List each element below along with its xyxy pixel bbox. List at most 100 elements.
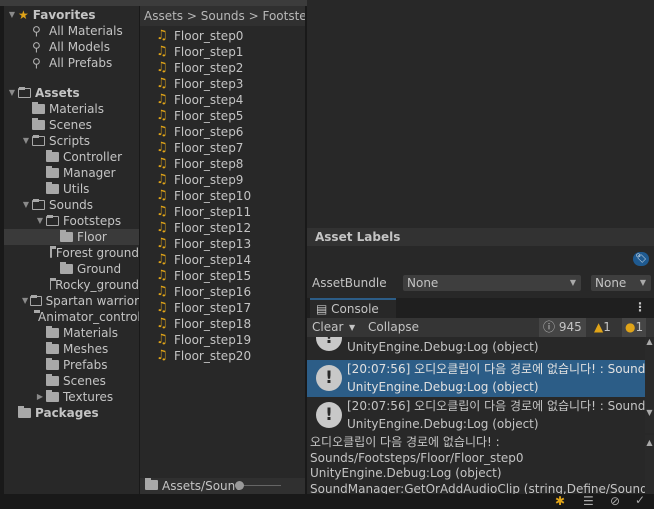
file-item[interactable]: ♫ Floor_step3: [156, 76, 243, 92]
tree-item[interactable]: Utils: [4, 181, 139, 197]
file-item[interactable]: ♫ Floor_step7: [156, 140, 243, 156]
file-item[interactable]: ♫ Floor_step15: [156, 268, 251, 284]
error-count-toggle[interactable]: ●1: [622, 318, 647, 337]
variant-dropdown[interactable]: None ▼: [591, 275, 651, 291]
log-scrollbar[interactable]: ▲ ▼: [645, 337, 654, 433]
tree-item[interactable]: Scenes: [4, 373, 139, 389]
tree-item-label: All Materials: [49, 24, 123, 38]
detail-scrollbar[interactable]: ▲: [645, 435, 654, 494]
log-line1: [20:07:56] 오디오클립이 다음 경로에 없습니다! : Sounds/…: [347, 362, 645, 376]
file-name: Floor_step13: [174, 237, 252, 251]
audio-clip-icon: ♫: [156, 124, 168, 139]
cache-server-icon[interactable]: ☰: [583, 494, 594, 508]
path-text: Assets/Sounds/Footsteps/Floor: [162, 479, 240, 493]
more-options-icon[interactable]: ⋮: [634, 300, 646, 314]
file-item[interactable]: ♫ Floor_step0: [156, 28, 243, 44]
file-item[interactable]: ♫ Floor_step10: [156, 188, 251, 204]
tree-item[interactable]: Manager: [4, 165, 139, 181]
tree-item[interactable]: ▼ Sounds: [4, 197, 139, 213]
file-list[interactable]: ♫ Floor_step0 ♫ Floor_step1 ♫ Floor_step2 ♫ Flo…: [140, 6, 305, 494]
tree-item[interactable]: Animator_controller: [4, 309, 139, 325]
folder-icon: [46, 150, 59, 162]
console-log-list[interactable]: ! UnityEngine.Debug:Log (object) ! [20:07:…: [307, 337, 654, 433]
file-item[interactable]: ♫ Floor_step8: [156, 156, 243, 172]
audio-clip-icon: ♫: [156, 300, 168, 315]
breadcrumb-item[interactable]: Sounds: [201, 9, 245, 23]
file-item[interactable]: ♫ Floor_step17: [156, 300, 251, 316]
expand-arrow-icon[interactable]: ▼: [20, 133, 32, 149]
file-item[interactable]: ♫ Floor_step18: [156, 316, 251, 332]
audio-clip-icon: ♫: [156, 172, 168, 187]
console-icon: ▤: [316, 302, 328, 316]
file-name: Floor_step18: [174, 317, 252, 331]
file-item[interactable]: ♫ Floor_step12: [156, 220, 251, 236]
tree-item[interactable]: ⚲ All Materials: [4, 23, 139, 39]
icon-size-slider-handle[interactable]: [235, 481, 244, 490]
collapse-button[interactable]: Collapse: [368, 318, 419, 337]
expand-arrow-icon[interactable]: ▼: [20, 197, 32, 213]
expand-arrow-icon[interactable]: ▼: [6, 7, 18, 23]
file-name: Floor_step0: [174, 29, 244, 43]
expand-arrow-icon[interactable]: ▼: [20, 293, 30, 309]
tree-item[interactable]: Floor: [4, 229, 139, 245]
tree-item[interactable]: ▶ Textures: [4, 389, 139, 405]
file-name: Floor_step16: [174, 285, 252, 299]
log-detail[interactable]: 오디오클립이 다음 경로에 없습니다! : Sounds/Footsteps/F…: [307, 435, 654, 494]
tab-console[interactable]: ▤ Console: [310, 298, 396, 318]
file-item[interactable]: ♫ Floor_step19: [156, 332, 251, 348]
tree-item[interactable]: Scenes: [4, 117, 139, 133]
tree-item[interactable]: Materials: [4, 101, 139, 117]
file-item[interactable]: ♫ Floor_step13: [156, 236, 251, 252]
tree-item[interactable]: ▼ Scripts: [4, 133, 139, 149]
tree-item[interactable]: Rocky_ground: [4, 277, 139, 293]
expand-arrow-icon[interactable]: ▼: [34, 213, 46, 229]
assetbundle-dropdown[interactable]: None ▼: [403, 275, 581, 291]
audio-clip-icon: ♫: [156, 236, 168, 251]
progress-check-icon[interactable]: ✓: [635, 493, 645, 507]
tree-item-label: Ground: [77, 262, 122, 276]
tree-item[interactable]: ▼ Spartan warrior: [4, 293, 139, 309]
file-item[interactable]: ♫ Floor_step14: [156, 252, 251, 268]
tree-item[interactable]: Ground: [4, 261, 139, 277]
tree-item[interactable]: Materials: [4, 325, 139, 341]
file-item[interactable]: ♫ Floor_step16: [156, 284, 251, 300]
file-item[interactable]: ♫ Floor_step20: [156, 348, 251, 364]
folder-open-icon: [46, 215, 59, 226]
log-line2: UnityEngine.Debug:Log (object): [347, 417, 539, 431]
tree-item[interactable]: Prefabs: [4, 357, 139, 373]
tree-item[interactable]: ▼ Footsteps: [4, 213, 139, 229]
tree-item[interactable]: Packages: [4, 405, 139, 421]
log-entry-selected[interactable]: ! [20:07:56] 오디오클립이 다음 경로에 없습니다! : Sounds…: [307, 360, 645, 397]
file-item[interactable]: ♫ Floor_step5: [156, 108, 243, 124]
tree-item[interactable]: ⚲ All Models: [4, 39, 139, 55]
file-item[interactable]: ♫ Floor_step4: [156, 92, 243, 108]
file-item[interactable]: ♫ Floor_step2: [156, 60, 243, 76]
debug-bug-icon[interactable]: ✱: [555, 494, 565, 508]
tree-item[interactable]: Forest ground: [4, 245, 139, 261]
breadcrumb-item[interactable]: Assets: [144, 9, 183, 23]
clear-button[interactable]: Clear: [312, 318, 343, 337]
tree-item[interactable]: ▼ Assets: [4, 85, 139, 101]
file-item[interactable]: ♫ Floor_step1: [156, 44, 243, 60]
breadcrumb-item[interactable]: Footsteps: [262, 9, 305, 23]
asset-labels-header[interactable]: Asset Labels: [307, 228, 654, 246]
tree-item[interactable]: Controller: [4, 149, 139, 165]
auto-generate-lighting-icon[interactable]: ⊘: [610, 494, 620, 508]
project-folder-tree[interactable]: ▼ ★ Favorites ⚲ All Materials ⚲ All Models ⚲ All…: [4, 6, 139, 494]
log-entry[interactable]: ! [20:07:56] 오디오클립이 다음 경로에 없습니다! : Sounds…: [307, 397, 645, 433]
file-item[interactable]: ♫ Floor_step9: [156, 172, 243, 188]
log-count-toggle[interactable]: ⓘ 945: [539, 318, 586, 337]
log-entry[interactable]: ! UnityEngine.Debug:Log (object): [307, 337, 645, 357]
clear-options-dropdown[interactable]: ▼: [349, 318, 355, 337]
expand-arrow-icon[interactable]: ▶: [34, 389, 46, 405]
tag-icon[interactable]: 🏷: [633, 252, 649, 266]
file-item[interactable]: ♫ Floor_step6: [156, 124, 243, 140]
file-item[interactable]: ♫ Floor_step11: [156, 204, 251, 220]
expand-arrow-icon[interactable]: ▼: [6, 85, 18, 101]
tree-item[interactable]: ▼ ★ Favorites: [4, 7, 139, 23]
tree-item[interactable]: ⚲ All Prefabs: [4, 55, 139, 71]
warning-count-toggle[interactable]: ▲1: [594, 318, 611, 337]
file-name: Floor_step19: [174, 333, 252, 347]
assetbundle-value: None: [407, 276, 439, 290]
tree-item[interactable]: Meshes: [4, 341, 139, 357]
